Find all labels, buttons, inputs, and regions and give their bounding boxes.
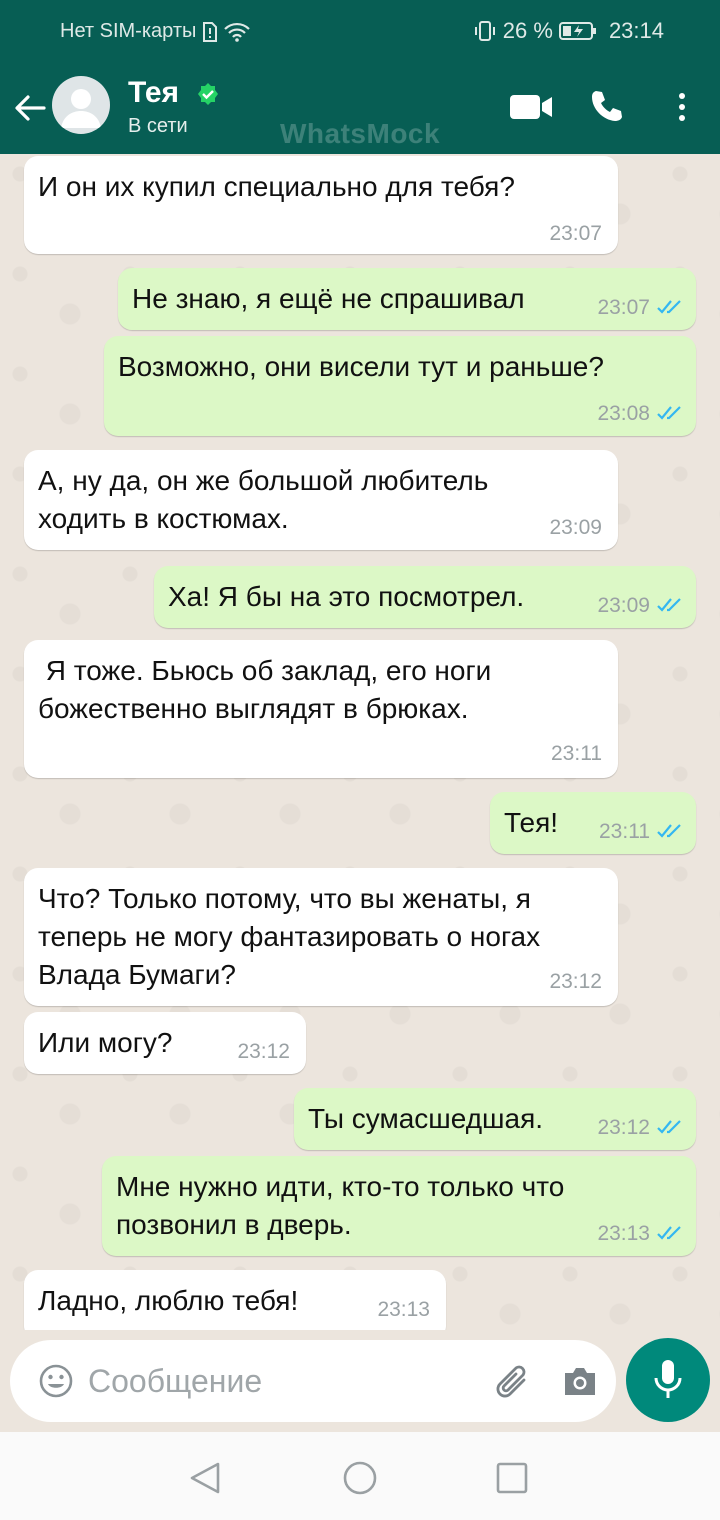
message-text: Ты сумасшедшая. [308, 1103, 544, 1134]
message-bubble-outgoing[interactable]: Тея! 23:11 [490, 792, 696, 854]
carrier-label: Нет SIM-карты [60, 20, 197, 42]
message-bubble-outgoing[interactable]: Ты сумасшедшая. 23:12 [294, 1088, 696, 1150]
emoji-icon[interactable] [38, 1363, 74, 1399]
message-bubble-incoming[interactable]: И он их купил специально для тебя? 23:07 [24, 156, 618, 254]
message-time: 23:08 [597, 402, 650, 425]
message-text: Мне нужно идти, кто-то только что позвон… [116, 1171, 565, 1240]
message-text: Не знаю, я ещё не спрашивал [132, 283, 525, 314]
message-text: А, ну да, он же большой любитель ходить … [38, 465, 489, 534]
message-text: Что? Только потому, что вы женаты, я теп… [38, 883, 541, 990]
message-bubble-incoming[interactable]: Я тоже. Бьюсь об заклад, его ноги божест… [24, 640, 618, 778]
message-time: 23:09 [549, 516, 602, 539]
default-avatar-icon [61, 89, 101, 128]
read-receipt-icon [657, 406, 681, 420]
message-text: И он их купил специально для тебя? [38, 171, 515, 202]
nav-back-icon[interactable] [186, 1458, 226, 1498]
more-options-icon[interactable] [672, 92, 692, 122]
battery-charging-icon [558, 22, 596, 40]
status-bar: Нет SIM-карты 26 % 23:14 [0, 0, 720, 62]
microphone-icon [654, 1360, 682, 1398]
read-receipt-icon [657, 1226, 681, 1240]
message-list[interactable]: И он их купил специально для тебя? 23:07… [0, 154, 720, 1330]
message-bubble-incoming[interactable]: А, ну да, он же большой любитель ходить … [24, 450, 618, 550]
message-time: 23:13 [597, 1222, 650, 1245]
back-arrow-icon[interactable] [12, 90, 48, 126]
read-receipt-icon [657, 300, 681, 314]
status-time: 23:14 [608, 18, 664, 43]
message-bubble-outgoing[interactable]: Мне нужно идти, кто-то только что позвон… [102, 1156, 696, 1256]
chat-header: Нет SIM-карты 26 % 23:14 Тея В сети What… [0, 0, 720, 154]
message-bubble-incoming[interactable]: Что? Только потому, что вы женаты, я теп… [24, 868, 618, 1006]
sim-alert-icon [203, 21, 218, 42]
message-time: 23:11 [599, 820, 650, 843]
message-text: Или могу? [38, 1027, 173, 1058]
message-text: Ха! Я бы на это посмотрел. [168, 581, 525, 612]
message-text: Тея! [504, 807, 559, 838]
voice-record-button[interactable] [626, 1338, 710, 1422]
contact-avatar[interactable] [52, 76, 110, 134]
read-receipt-icon [657, 1120, 681, 1134]
system-navigation-bar [0, 1432, 720, 1520]
read-receipt-icon [657, 598, 681, 612]
message-input[interactable] [86, 1354, 480, 1408]
vibrate-icon [474, 21, 495, 41]
voice-call-icon[interactable] [588, 88, 624, 124]
message-time: 23:12 [549, 970, 602, 993]
video-call-icon[interactable] [508, 92, 554, 122]
camera-icon[interactable] [562, 1364, 598, 1398]
message-bubble-outgoing[interactable]: Возможно, они висели тут и раньше? 23:08 [104, 336, 696, 436]
battery-percent: 26 % [502, 18, 553, 43]
nav-recents-icon[interactable] [492, 1458, 532, 1498]
message-time: 23:12 [597, 1116, 650, 1139]
message-time: 23:09 [597, 594, 650, 617]
contact-name[interactable]: Тея [128, 76, 179, 110]
read-receipt-icon [657, 824, 681, 838]
watermark: WhatsMock [280, 118, 441, 149]
message-time: 23:07 [597, 296, 650, 319]
attach-paperclip-icon[interactable] [494, 1362, 532, 1402]
message-composer [10, 1340, 616, 1422]
message-time: 23:13 [377, 1298, 430, 1321]
message-time: 23:12 [237, 1040, 290, 1063]
message-text: Возможно, они висели тут и раньше? [118, 351, 604, 382]
nav-home-icon[interactable] [340, 1458, 380, 1498]
contact-online-status: В сети [128, 115, 188, 137]
message-text: Я тоже. Бьюсь об заклад, его ноги божест… [38, 655, 492, 724]
message-text: Ладно, люблю тебя! [38, 1285, 299, 1316]
message-bubble-outgoing[interactable]: Ха! Я бы на это посмотрел. 23:09 [154, 566, 696, 628]
message-time: 23:11 [551, 742, 602, 765]
verified-badge-icon [198, 83, 218, 105]
wifi-icon [224, 22, 251, 42]
message-bubble-incoming[interactable]: Или могу? 23:12 [24, 1012, 306, 1074]
message-bubble-incoming[interactable]: Ладно, люблю тебя! 23:13 [24, 1270, 446, 1330]
message-time: 23:07 [549, 222, 602, 245]
message-bubble-outgoing[interactable]: Не знаю, я ещё не спрашивал 23:07 [118, 268, 696, 330]
